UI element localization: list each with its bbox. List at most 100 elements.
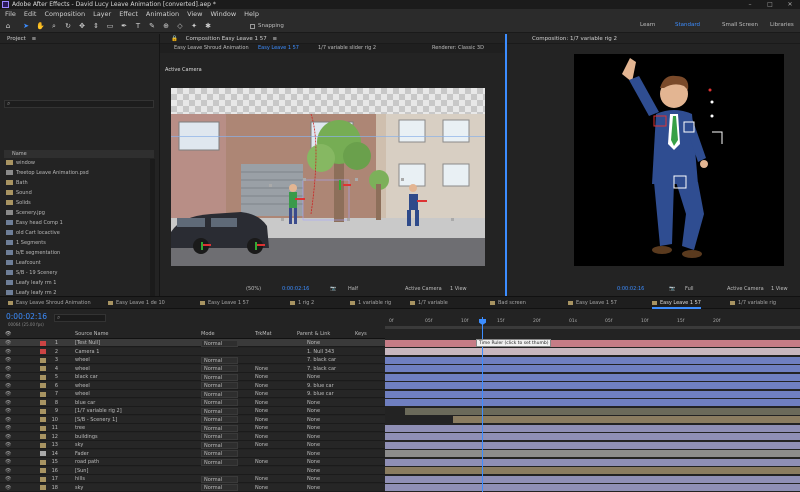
label-color-swatch[interactable] [40, 391, 46, 397]
track-matte-dropdown[interactable]: None [255, 373, 268, 381]
layer-row[interactable]: 👁 2 Camera 1 1. Null 343 [0, 347, 385, 356]
layer-row[interactable]: 👁 11 tree Normal None None [0, 424, 385, 432]
layer-name[interactable]: black car [75, 373, 98, 381]
layer-name[interactable]: [Test Null] [75, 339, 100, 347]
label-color-swatch[interactable] [40, 366, 46, 371]
project-item[interactable]: Easy head Comp 1 [6, 219, 63, 228]
label-color-swatch[interactable] [40, 425, 46, 431]
selection-tool-icon[interactable]: ➤ [22, 22, 30, 30]
close-icon[interactable]: ✕ [780, 0, 800, 9]
parent-dropdown[interactable]: 9. blue car [307, 390, 334, 398]
layer-row[interactable]: 👁 3 wheel Normal 7. black car [0, 356, 385, 364]
layer-name[interactable]: sky [75, 441, 83, 449]
workspace-standard[interactable]: Standard [675, 22, 700, 28]
menu-layer[interactable]: Layer [93, 9, 111, 19]
layer-name[interactable]: Fader [75, 450, 89, 458]
track-matte-dropdown[interactable]: None [255, 458, 268, 466]
renderer-label[interactable]: Renderer: Classic 3D [432, 44, 484, 53]
camera-icon[interactable]: 📷 [669, 283, 675, 296]
panel-menu-icon[interactable]: ≡ [32, 36, 37, 42]
project-item[interactable]: Leafcount [6, 259, 41, 268]
blend-mode-dropdown[interactable]: Normal [201, 339, 238, 347]
menu-window[interactable]: Window [211, 9, 237, 19]
parent-dropdown[interactable]: None [307, 450, 320, 458]
layer-duration-bar[interactable] [385, 373, 800, 381]
layer-name[interactable]: hills [75, 475, 85, 483]
visibility-eye-icon[interactable]: 👁 [5, 407, 11, 415]
menu-help[interactable]: Help [244, 9, 259, 19]
layer-duration-bar[interactable] [385, 365, 800, 372]
parent-dropdown[interactable]: None [307, 484, 320, 492]
layer-row[interactable]: 👁 7 wheel Normal None 9. blue car [0, 390, 385, 398]
parent-dropdown[interactable]: None [307, 433, 320, 441]
blend-mode-dropdown[interactable]: Normal [201, 458, 238, 466]
parent-dropdown[interactable]: None [307, 467, 320, 475]
orbit-tool-icon[interactable]: ↻ [64, 22, 72, 30]
layer-duration-bar[interactable] [405, 407, 800, 415]
track-matte-dropdown[interactable]: None [255, 382, 268, 390]
parent-dropdown[interactable]: None [307, 441, 320, 449]
trkmat-column[interactable]: TrkMat [255, 330, 272, 339]
label-color-swatch[interactable] [40, 476, 46, 482]
viewer-timecode[interactable]: 0:00:02:16 [282, 283, 309, 296]
visibility-eye-icon[interactable]: 👁 [5, 365, 11, 373]
layer-row[interactable]: 👁 17 hills Normal None None [0, 475, 385, 483]
scene-image[interactable] [171, 113, 485, 266]
visibility-eye-icon[interactable]: 👁 [5, 390, 11, 398]
visibility-eye-icon[interactable]: 👁 [5, 399, 11, 407]
project-item[interactable]: Treetop Leave Animation.psd [6, 169, 89, 178]
timeline-tab[interactable]: Bad screen [490, 297, 526, 309]
blend-mode-dropdown[interactable]: Normal [201, 433, 238, 440]
view-layout-dropdown[interactable]: 1 View [450, 283, 467, 296]
layer-name[interactable]: tree [75, 424, 85, 432]
menu-animation[interactable]: Animation [146, 9, 179, 19]
keys-column[interactable]: Keys [355, 330, 367, 339]
layer-row[interactable]: 👁 13 sky Normal None None [0, 441, 385, 449]
parent-dropdown[interactable]: None [307, 458, 320, 466]
project-item[interactable]: S/B - 19 Scenery [6, 269, 57, 278]
lock-icon[interactable]: 🔒 [171, 36, 178, 42]
clone-stamp-tool-icon[interactable]: ⊕ [162, 22, 170, 30]
track-matte-dropdown[interactable]: None [255, 484, 268, 492]
dolly-tool-icon[interactable]: ⇕ [92, 22, 100, 30]
parent-dropdown[interactable]: None [307, 399, 320, 407]
comp-subtab-shroud[interactable]: Easy Leave Shroud Animation [174, 44, 249, 53]
layer-name[interactable]: wheel [75, 356, 90, 364]
label-color-swatch[interactable] [40, 468, 46, 473]
track-matte-dropdown[interactable]: None [255, 416, 268, 424]
work-area-bar[interactable] [385, 326, 800, 329]
visibility-eye-icon[interactable]: 👁 [5, 433, 11, 441]
track-matte-dropdown[interactable]: None [255, 365, 268, 373]
timeline-tab[interactable]: Easy Leave Shroud Animation [8, 297, 91, 309]
visibility-eye-icon[interactable]: 👁 [5, 373, 11, 381]
zoom-tool-icon[interactable]: ⌕ [50, 22, 58, 30]
parent-dropdown[interactable]: None [307, 339, 320, 347]
project-item[interactable]: Leafy leafy rm 1 [6, 279, 56, 288]
track-matte-dropdown[interactable]: None [255, 441, 268, 449]
timeline-tab[interactable]: Easy Leave 1 57 [200, 297, 249, 309]
blend-mode-dropdown[interactable]: Normal [201, 365, 238, 372]
camera-icon[interactable]: 📷 [330, 283, 336, 296]
menu-edit[interactable]: Edit [24, 9, 37, 19]
visibility-eye-icon[interactable]: 👁 [5, 450, 11, 458]
label-color-swatch[interactable] [40, 451, 46, 456]
label-color-swatch[interactable] [40, 340, 46, 346]
layer-name[interactable]: road path [75, 458, 99, 466]
layer-row[interactable]: 👁 16 [Sun] None [0, 466, 385, 475]
label-color-swatch[interactable] [40, 485, 46, 490]
hand-tool-icon[interactable]: ✋ [36, 22, 45, 30]
track-matte-dropdown[interactable]: None [255, 390, 268, 398]
layer-row[interactable]: 👁 14 Fader Normal None [0, 449, 385, 458]
layer-row[interactable]: 👁 18 sky Normal None None [0, 483, 385, 492]
layer-search-input[interactable]: ⌕ [54, 314, 106, 322]
label-color-swatch[interactable] [40, 434, 46, 439]
workspace-learn[interactable]: Learn [640, 22, 655, 28]
parent-dropdown[interactable]: 7. black car [307, 356, 336, 364]
secondary-camera-dropdown[interactable]: Active Camera [727, 283, 764, 296]
parent-dropdown[interactable]: 1. Null 343 [307, 348, 334, 356]
parent-dropdown[interactable]: None [307, 373, 320, 381]
parent-dropdown[interactable]: None [307, 475, 320, 483]
timeline-tab[interactable]: 1/7 variable rig [730, 297, 776, 309]
project-item[interactable]: Bath [6, 179, 28, 188]
active-camera-dropdown[interactable]: Active Camera [405, 283, 442, 296]
